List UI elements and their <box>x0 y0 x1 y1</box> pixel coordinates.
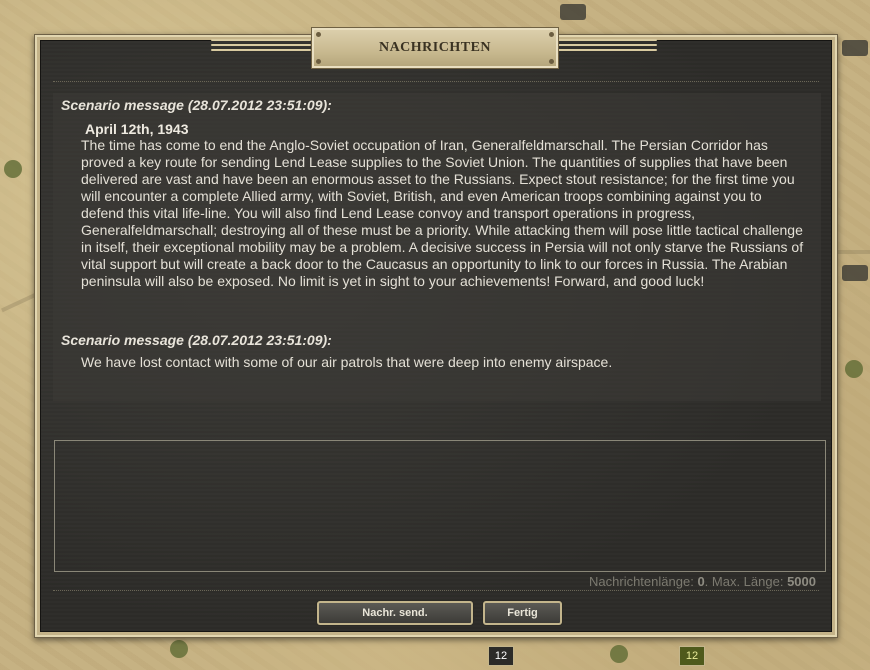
send-message-button[interactable]: Nachr. send. <box>317 601 473 625</box>
message-header: Scenario message (28.07.2012 23:51:09): <box>61 332 332 348</box>
map-tree <box>4 160 22 178</box>
message-title: April 12th, 1943 <box>85 121 189 137</box>
message-compose-box[interactable] <box>54 440 826 572</box>
message-input[interactable] <box>55 441 825 571</box>
message-item: Scenario message (28.07.2012 23:51:09): … <box>53 97 821 290</box>
dialog-title-plate: NACHRICHTEN <box>311 27 559 69</box>
map-unit[interactable] <box>842 265 868 281</box>
wing-ornament-left <box>211 39 311 55</box>
length-label: Nachrichtenlänge: <box>589 574 694 589</box>
map-unit-badge[interactable]: 12 <box>679 646 705 666</box>
map-tree <box>610 645 628 663</box>
length-value: 0 <box>697 574 705 589</box>
max-length-label: . Max. Länge: <box>704 574 784 589</box>
map-unit[interactable] <box>560 4 586 20</box>
message-header: Scenario message (28.07.2012 23:51:09): <box>61 97 332 113</box>
map-road <box>836 250 870 254</box>
max-length-value: 5000 <box>787 574 816 589</box>
message-item: Scenario message (28.07.2012 23:51:09): … <box>53 332 821 371</box>
map-unit-badge[interactable]: 12 <box>488 646 514 666</box>
dialog-title: NACHRICHTEN <box>378 40 492 55</box>
dialog-panel: Scenario message (28.07.2012 23:51:09): … <box>40 40 832 632</box>
messages-dialog: NACHRICHTEN Scenario message (28.07.2012… <box>34 27 838 638</box>
divider <box>53 590 819 591</box>
done-button[interactable]: Fertig <box>483 601 562 625</box>
wing-ornament-right <box>557 39 657 55</box>
message-body: We have lost contact with some of our ai… <box>81 354 613 370</box>
map-tree <box>845 360 863 378</box>
message-list[interactable]: Scenario message (28.07.2012 23:51:09): … <box>53 93 821 401</box>
divider <box>53 81 819 82</box>
message-body: The time has come to end the Anglo-Sovie… <box>81 137 804 289</box>
map-unit[interactable] <box>842 40 868 56</box>
map-tree <box>170 640 188 658</box>
message-length-counter: Nachrichtenlänge: 0. Max. Länge: 5000 <box>589 574 816 589</box>
